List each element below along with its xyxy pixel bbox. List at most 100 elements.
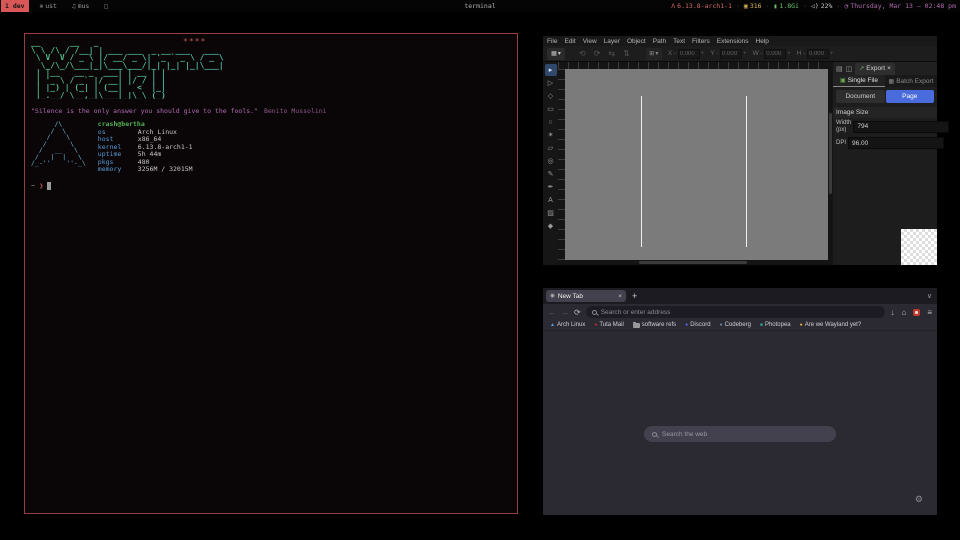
star-tool-icon[interactable]: ✶ bbox=[545, 129, 557, 141]
gradient-tool-icon[interactable]: ▨ bbox=[545, 207, 557, 219]
minus-stepper[interactable]: − bbox=[673, 51, 677, 57]
pencil-tool-icon[interactable]: ✎ bbox=[545, 168, 557, 180]
web-search-box[interactable] bbox=[644, 426, 836, 442]
dropper-tool-icon[interactable]: ◆ bbox=[545, 220, 557, 232]
downloads-button[interactable]: ↓ bbox=[890, 308, 894, 317]
export-mode-tabs: ▣ Single File ▦ Batch Export bbox=[833, 75, 937, 87]
rotate-ccw-icon[interactable]: ⟲ bbox=[579, 49, 586, 58]
plus-stepper[interactable]: + bbox=[787, 51, 791, 57]
codeberg-icon: ● bbox=[720, 322, 723, 328]
page-scope-button[interactable]: Page bbox=[886, 90, 935, 103]
spiral-tool-icon[interactable]: ◎ bbox=[545, 155, 557, 167]
page-edge-right bbox=[746, 96, 747, 247]
bookmark-codeberg[interactable]: ● Codeberg bbox=[720, 322, 751, 328]
menu-button[interactable]: ≡ bbox=[927, 308, 932, 317]
plus-stepper[interactable]: + bbox=[743, 51, 747, 57]
document-scope-button[interactable]: Document bbox=[836, 90, 885, 103]
shell-prompt[interactable]: ~ ❯ bbox=[31, 182, 511, 190]
box3d-tool-icon[interactable]: ▱ bbox=[545, 142, 557, 154]
bookmark-folder-software-refs[interactable]: software refs bbox=[633, 322, 676, 328]
reload-button[interactable]: ⟳ bbox=[574, 308, 581, 317]
close-icon[interactable]: × bbox=[887, 65, 891, 72]
plus-stepper[interactable]: + bbox=[830, 51, 834, 57]
menu-view[interactable]: View bbox=[583, 38, 597, 45]
menu-extensions[interactable]: Extensions bbox=[717, 38, 749, 45]
bookmark-discord[interactable]: ● Discord bbox=[685, 322, 710, 328]
tab-bar: ◉ New Tab × + ∨ bbox=[543, 288, 937, 304]
horizontal-scrollbar[interactable] bbox=[558, 260, 828, 265]
canvas[interactable] bbox=[565, 69, 828, 260]
prompt-path: ~ bbox=[31, 182, 35, 190]
url-input[interactable] bbox=[601, 309, 880, 316]
photopea-icon: ■ bbox=[760, 322, 763, 328]
personalize-gear-icon[interactable]: ⚙ bbox=[915, 494, 923, 505]
export-width-input[interactable] bbox=[853, 121, 949, 133]
dpi-row: DPI bbox=[833, 135, 937, 151]
flip-vertical-icon[interactable]: ⇅ bbox=[623, 49, 630, 58]
bookmark-are-we-wayland-yet[interactable]: ● Are we Wayland yet? bbox=[800, 322, 862, 328]
y-input[interactable] bbox=[720, 49, 742, 59]
bookmark-photopea[interactable]: ■ Photopea bbox=[760, 322, 791, 328]
toolbox: ▸ ▷ ◇ ▭ ○ ✶ ▱ ◎ ✎ ✒ A ▨ ◆ bbox=[543, 62, 558, 265]
search-icon bbox=[652, 432, 657, 437]
menu-filters[interactable]: Filters bbox=[692, 38, 710, 45]
menu-text[interactable]: Text bbox=[673, 38, 685, 45]
export-preview-thumbnail bbox=[901, 229, 937, 265]
plus-stepper[interactable]: + bbox=[701, 51, 705, 57]
bezier-pen-tool-icon[interactable]: ✒ bbox=[545, 181, 557, 193]
rotate-cw-icon[interactable]: ⟳ bbox=[594, 49, 601, 58]
terminal-window[interactable]: __ __ _ \ \ /\ / /__| | ___ ___ _ __ ___… bbox=[24, 33, 518, 514]
menu-help[interactable]: Help bbox=[756, 38, 769, 45]
globe-favicon-icon: ◉ bbox=[550, 293, 555, 299]
navigation-bar: ← → ⟳ ↓ ⌂ ≡ bbox=[543, 304, 937, 320]
rectangle-tool-icon[interactable]: ▭ bbox=[545, 103, 557, 115]
h-input[interactable] bbox=[807, 49, 829, 59]
menu-file[interactable]: File bbox=[547, 38, 557, 45]
inkscape-window: File Edit View Layer Object Path Text Fi… bbox=[543, 36, 937, 265]
layers-panel-icon[interactable]: ◫ bbox=[846, 65, 853, 73]
extension-icon[interactable] bbox=[913, 309, 920, 316]
text-tool-icon[interactable]: A bbox=[545, 194, 557, 206]
bookmark-tuta-mail[interactable]: ● Tuta Mail bbox=[594, 322, 623, 328]
ellipse-tool-icon[interactable]: ○ bbox=[545, 116, 557, 128]
back-button[interactable]: ← bbox=[548, 308, 556, 317]
export-dpi-input[interactable] bbox=[848, 137, 944, 149]
export-dock-tab[interactable]: ↗ Export × bbox=[855, 63, 895, 75]
quote-text: "Silence is the only answer you should g… bbox=[31, 107, 258, 115]
flip-horizontal-icon[interactable]: ⇆ bbox=[608, 49, 615, 58]
shape-builder-tool-icon[interactable]: ◇ bbox=[545, 90, 557, 102]
export-dialog: ▤ ◫ ↗ Export × ▣ Single File ▦ Batch Exp… bbox=[833, 62, 937, 265]
select-all-dropdown[interactable]: ▦ ▾ bbox=[547, 48, 565, 60]
quote-author: Benito Mussolini bbox=[264, 107, 327, 115]
horizontal-ruler[interactable] bbox=[558, 62, 828, 69]
tab-single-file[interactable]: ▣ Single File bbox=[833, 75, 885, 87]
list-all-tabs-icon[interactable]: ∨ bbox=[927, 292, 932, 300]
bookmark-arch-linux[interactable]: ▲ Arch Linux bbox=[550, 322, 585, 328]
tab-batch-export[interactable]: ▦ Batch Export bbox=[885, 75, 937, 87]
new-tab-button[interactable]: + bbox=[632, 291, 637, 301]
home-button[interactable]: ⌂ bbox=[901, 308, 906, 317]
minus-stepper[interactable]: − bbox=[716, 51, 720, 57]
minus-stepper[interactable]: − bbox=[760, 51, 764, 57]
snap-dropdown[interactable]: ⊞ ▾ bbox=[646, 48, 662, 60]
objects-panel-icon[interactable]: ▤ bbox=[836, 65, 843, 73]
welcome-banner: __ __ _ \ \ /\ / /__| | ___ ___ _ __ ___… bbox=[31, 39, 511, 99]
tab-new-tab[interactable]: ◉ New Tab × bbox=[546, 290, 626, 302]
minus-stepper[interactable]: − bbox=[802, 51, 806, 57]
menu-path[interactable]: Path bbox=[653, 38, 666, 45]
close-tab-icon[interactable]: × bbox=[618, 293, 622, 300]
snap-icon: ⊞ bbox=[649, 50, 654, 57]
vertical-ruler[interactable] bbox=[558, 69, 565, 260]
x-input[interactable] bbox=[678, 49, 700, 59]
menu-object[interactable]: Object bbox=[627, 38, 646, 45]
web-search-input[interactable] bbox=[662, 431, 828, 438]
node-editor-tool-icon[interactable]: ▷ bbox=[545, 77, 557, 89]
selector-tool-icon[interactable]: ▸ bbox=[545, 64, 557, 76]
url-bar[interactable] bbox=[586, 306, 886, 318]
y-field: Y − + bbox=[710, 49, 746, 59]
menu-layer[interactable]: Layer bbox=[604, 38, 620, 45]
w-input[interactable] bbox=[764, 49, 786, 59]
toolbar-buttons: ↓ ⌂ ≡ bbox=[890, 308, 932, 317]
menu-edit[interactable]: Edit bbox=[564, 38, 575, 45]
forward-button[interactable]: → bbox=[561, 308, 569, 317]
